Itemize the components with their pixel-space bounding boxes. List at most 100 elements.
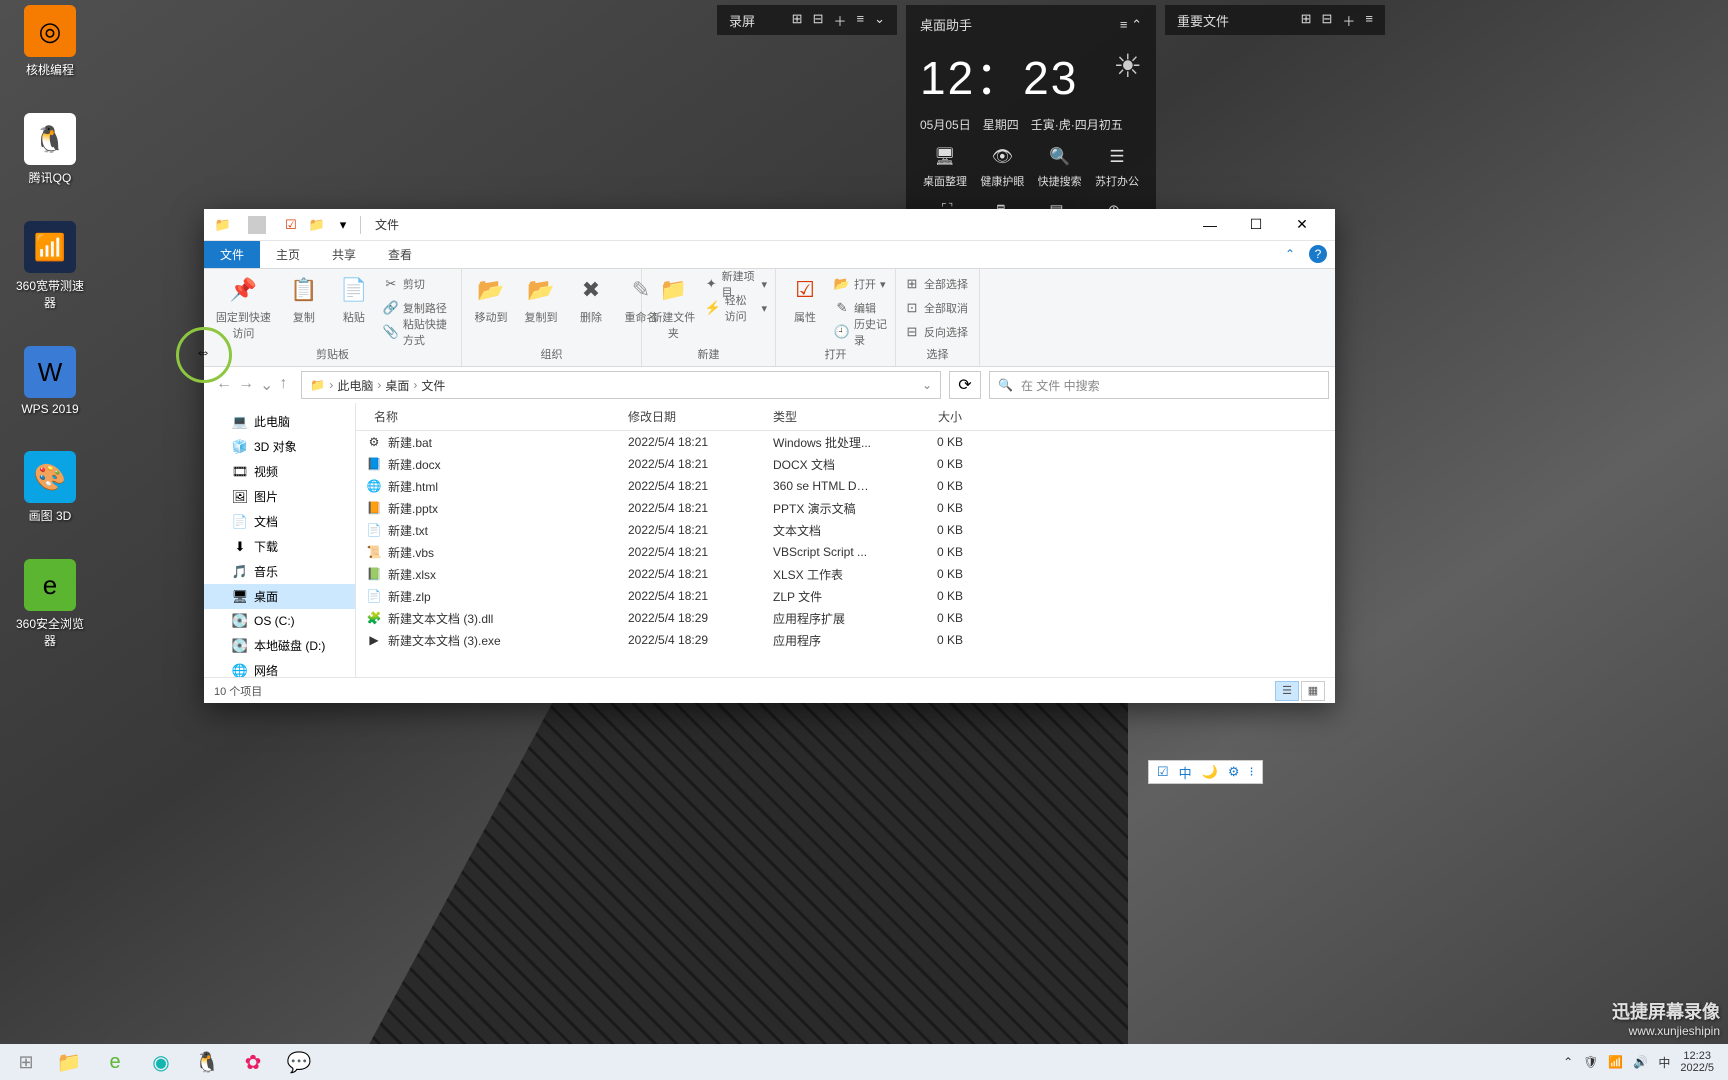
col-name[interactable]: 名称 [356, 408, 618, 425]
open-button[interactable]: 📂打开▾ [834, 273, 887, 295]
tray-ime[interactable]: 中 [1658, 1054, 1670, 1071]
grid-icon[interactable]: ⊞ [792, 11, 803, 30]
nav-recent-button[interactable]: ⌄ [260, 375, 273, 395]
file-row[interactable]: 🧩新建文本文档 (3).dll2022/5/4 18:29应用程序扩展0 KB [356, 607, 1335, 629]
nav-pane[interactable]: 💻此电脑🧊3D 对象🎞视频🖼图片📄文档⬇下载🎵音乐🖥桌面💽OS (C:)💽本地磁… [204, 403, 356, 677]
chevron-down-icon[interactable]: ⌄ [874, 11, 885, 30]
menu-icon[interactable]: ≡ [1120, 17, 1128, 32]
maximize-button[interactable]: ☐ [1233, 209, 1279, 241]
chevron-down-icon[interactable]: ⌄ [922, 378, 932, 392]
ime-check-icon[interactable]: ☑ [1157, 764, 1169, 780]
tray-wifi-icon[interactable]: 📶 [1608, 1055, 1623, 1069]
start-button[interactable]: ⊞ [6, 1044, 46, 1080]
file-row[interactable]: 🌐新建.html2022/5/4 18:21360 se HTML Do...0… [356, 475, 1335, 497]
ime-lang[interactable]: 中 [1179, 763, 1192, 782]
desktop-icon[interactable]: 📶360宽带测速器 [10, 221, 90, 311]
dropdown-icon[interactable]: ▾ [334, 216, 352, 234]
taskbar-360[interactable]: ◉ [138, 1044, 184, 1080]
plus-icon[interactable]: ＋ [833, 11, 846, 30]
nav-item[interactable]: 🎞视频 [204, 459, 355, 484]
desktop-icon[interactable]: ◎核桃编程 [10, 5, 90, 78]
tab-file[interactable]: 文件 [204, 241, 260, 268]
col-size[interactable]: 大小 [883, 408, 973, 425]
tab-home[interactable]: 主页 [260, 241, 316, 268]
chevron-up-icon[interactable]: ⌃ [1131, 17, 1142, 32]
breadcrumb[interactable]: 📁 › 此电脑 › 桌面 › 文件 ⌄ [301, 371, 941, 399]
nav-item[interactable]: 🖼图片 [204, 484, 355, 509]
nav-item[interactable]: 💽OS (C:) [204, 609, 355, 633]
file-list[interactable]: ⚙新建.bat2022/5/4 18:21Windows 批处理...0 KB📘… [356, 431, 1335, 677]
breadcrumb-item[interactable]: 文件 [421, 377, 445, 394]
minimize-button[interactable]: — [1187, 209, 1233, 241]
tray-security-icon[interactable]: 🛡 [1583, 1055, 1598, 1069]
history-button[interactable]: 🕘历史记录 [834, 321, 887, 343]
nav-item[interactable]: 💽本地磁盘 (D:) [204, 633, 355, 658]
tray-clock[interactable]: 12:23 2022/5 [1680, 1050, 1714, 1074]
selectall-button[interactable]: ⊞全部选择 [904, 273, 968, 295]
nav-item[interactable]: 🌐网络 [204, 658, 355, 677]
icons-view-button[interactable]: ▦ [1301, 681, 1325, 701]
nav-forward-button[interactable]: → [238, 375, 254, 395]
plus-icon[interactable]: ＋ [1342, 11, 1355, 30]
nav-up-button[interactable]: ↑ [279, 375, 287, 395]
layout-icon[interactable]: ⊟ [813, 11, 824, 30]
refresh-button[interactable]: ⟳ [949, 371, 981, 399]
search-input[interactable]: 🔍 在 文件 中搜索 [989, 371, 1329, 399]
file-row[interactable]: 📙新建.pptx2022/5/4 18:21PPTX 演示文稿0 KB [356, 497, 1335, 519]
delete-button[interactable]: ✖删除 [570, 273, 612, 325]
collapse-ribbon-icon[interactable]: ⌃ [1281, 245, 1299, 263]
file-row[interactable]: 📗新建.xlsx2022/5/4 18:21XLSX 工作表0 KB [356, 563, 1335, 585]
col-date[interactable]: 修改日期 [618, 408, 763, 425]
tab-view[interactable]: 查看 [372, 241, 428, 268]
file-row[interactable]: ▶新建文本文档 (3).exe2022/5/4 18:29应用程序0 KB [356, 629, 1335, 651]
menu-icon[interactable]: ≡ [857, 11, 865, 30]
file-row[interactable]: 📄新建.txt2022/5/4 18:21文本文档0 KB [356, 519, 1335, 541]
taskbar-explorer[interactable]: 📁 [46, 1044, 92, 1080]
file-row[interactable]: 📘新建.docx2022/5/4 18:21DOCX 文档0 KB [356, 453, 1335, 475]
paste-button[interactable]: 📄粘贴 [333, 273, 375, 325]
assist-tool[interactable]: 🔍快捷搜索 [1035, 147, 1085, 189]
layout-icon[interactable]: ⊟ [1321, 11, 1332, 30]
newfolder-button[interactable]: 📁新建文件夹 [650, 273, 697, 341]
properties-button[interactable]: ☑属性 [784, 273, 826, 325]
nav-item[interactable]: ⬇下载 [204, 534, 355, 559]
tray-volume-icon[interactable]: 🔊 [1633, 1055, 1648, 1069]
desktop-icon[interactable]: e360安全浏览器 [10, 559, 90, 649]
invertsel-button[interactable]: ⊟反向选择 [904, 321, 968, 343]
nav-item[interactable]: 🖥桌面 [204, 584, 355, 609]
settings-icon[interactable]: ⁝ [1250, 764, 1254, 780]
folder-icon[interactable]: 📁 [308, 216, 326, 234]
pin-button[interactable]: 📌固定到快速访问 [212, 273, 275, 341]
widget-screen-record[interactable]: 录屏 ⊞ ⊟ ＋ ≡ ⌄ [717, 5, 897, 35]
details-view-button[interactable]: ☰ [1275, 681, 1299, 701]
gear-icon[interactable]: ⚙ [1228, 764, 1240, 780]
nav-item[interactable]: 📄文档 [204, 509, 355, 534]
nav-item[interactable]: 🧊3D 对象 [204, 434, 355, 459]
tray-expand-icon[interactable]: ⌃ [1563, 1055, 1573, 1069]
help-icon[interactable]: ? [1309, 245, 1327, 263]
menu-icon[interactable]: ≡ [1365, 11, 1373, 30]
taskbar-app1[interactable]: ✿ [230, 1044, 276, 1080]
titlebar[interactable]: 📁 ☑ 📁 ▾ 文件 — ☐ ✕ [204, 209, 1335, 241]
nav-back-button[interactable]: ← [216, 375, 232, 395]
properties-icon[interactable]: ☑ [282, 216, 300, 234]
desktop-icon[interactable]: WWPS 2019 [10, 346, 90, 416]
copyto-button[interactable]: 📂复制到 [520, 273, 562, 325]
copy-button[interactable]: 📋复制 [283, 273, 325, 325]
close-button[interactable]: ✕ [1279, 209, 1325, 241]
widget-desktop-assistant[interactable]: 桌面助手 ≡ ⌃ 12：23 ☀ 05月05日 星期四 壬寅·虎·四月初五 🖥桌… [906, 5, 1156, 238]
paste-shortcut-button[interactable]: 📎粘贴快捷方式 [383, 321, 453, 343]
nav-item[interactable]: 🎵音乐 [204, 559, 355, 584]
breadcrumb-item[interactable]: 桌面 [385, 377, 409, 394]
taskbar-qq[interactable]: 🐧 [184, 1044, 230, 1080]
ime-toolbar[interactable]: ☑ 中 🌙 ⚙ ⁝ [1148, 760, 1263, 784]
selectnone-button[interactable]: ⊡全部取消 [904, 297, 968, 319]
taskbar[interactable]: ⊞ 📁 e ◉ 🐧 ✿ 💬 ⌃ 🛡 📶 🔊 中 12:23 2022/5 [0, 1044, 1728, 1080]
assist-tool[interactable]: 👁健康护眼 [977, 147, 1027, 189]
grid-icon[interactable]: ⊞ [1301, 11, 1312, 30]
file-row[interactable]: 📜新建.vbs2022/5/4 18:21VBScript Script ...… [356, 541, 1335, 563]
moon-icon[interactable]: 🌙 [1202, 764, 1218, 780]
nav-item[interactable]: 💻此电脑 [204, 409, 355, 434]
file-row[interactable]: 📄新建.zlp2022/5/4 18:21ZLP 文件0 KB [356, 585, 1335, 607]
tab-share[interactable]: 共享 [316, 241, 372, 268]
